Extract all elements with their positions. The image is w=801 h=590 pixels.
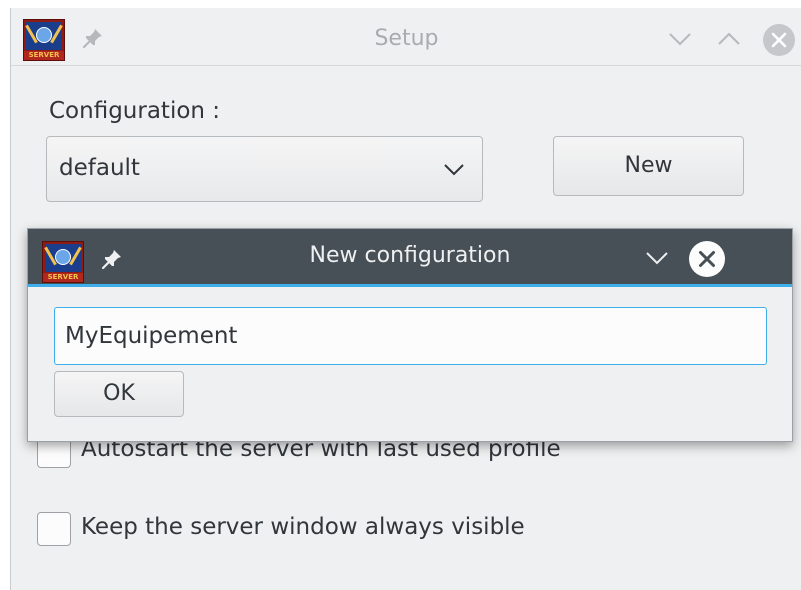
configuration-name-input[interactable] [54,307,767,365]
setup-titlebar[interactable]: SERVER Setup [11,8,801,66]
close-icon [699,251,715,267]
logo-text: SERVER [28,51,60,59]
close-button[interactable] [763,24,795,56]
configuration-selected-value: default [59,155,140,181]
new-configuration-button[interactable]: New [553,136,744,196]
configuration-label: Configuration : [49,98,221,124]
dialog-titlebar[interactable]: SERVER New configuration [28,229,792,287]
dialog-title: New configuration [309,243,511,268]
maximize-chevron-up-icon[interactable] [716,28,742,50]
chevron-down-icon [444,164,464,176]
minimize-chevron-down-icon[interactable] [667,28,693,50]
dialog-close-button[interactable] [689,241,725,277]
logo-text: SERVER [47,273,79,281]
minimize-chevron-down-icon[interactable] [644,247,670,269]
always-visible-label: Keep the server window always visible [81,514,525,540]
always-visible-checkbox[interactable] [37,512,71,546]
new-configuration-dialog: SERVER New configuration OK [27,228,793,442]
close-icon [771,32,787,48]
configuration-select[interactable]: default [46,136,483,202]
ok-button[interactable]: OK [54,371,184,417]
